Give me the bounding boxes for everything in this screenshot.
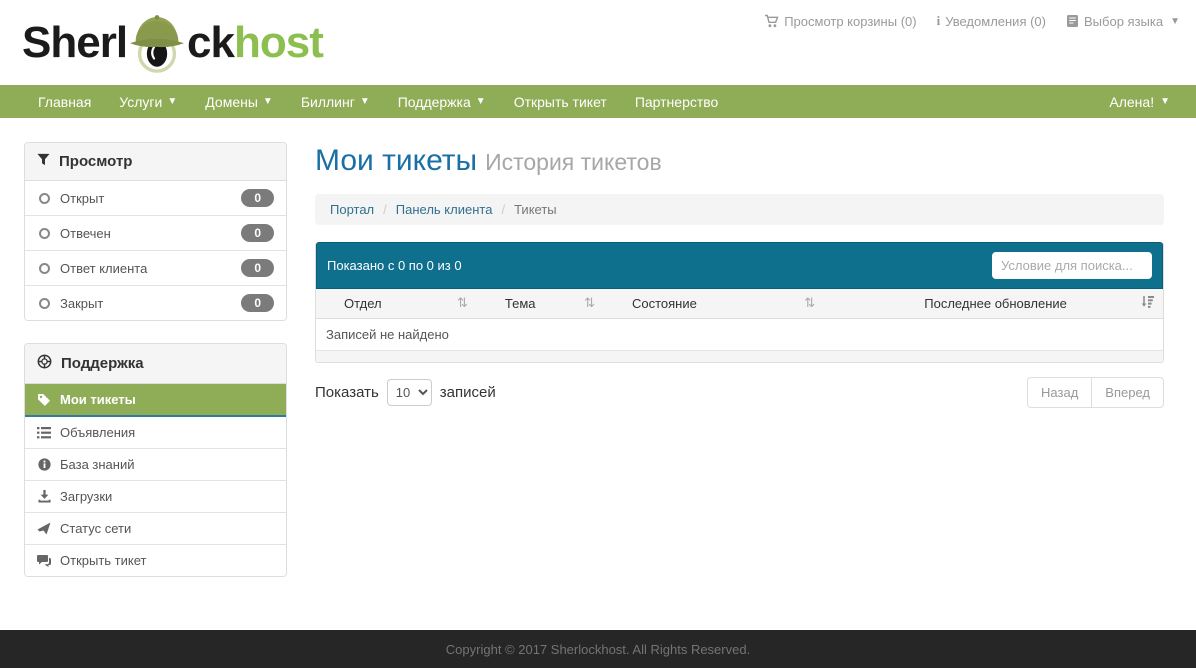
search-input[interactable]: [992, 252, 1152, 279]
nav-item-services[interactable]: Услуги ▼: [105, 85, 191, 118]
column-header-department[interactable]: Отдел ⇅: [316, 289, 477, 318]
info-icon: i: [936, 13, 941, 28]
logo-text-host: host: [234, 18, 324, 67]
info-circle-icon: [37, 458, 51, 471]
count-badge: 0: [241, 259, 274, 277]
pager-buttons: Назад Вперед: [1027, 377, 1164, 408]
language-icon: [1066, 14, 1079, 28]
breadcrumb-current: Тикеты: [514, 202, 557, 217]
tickets-table-panel: Показано с 0 по 0 из 0 Отдел ⇅ Тема ⇅ Со…: [315, 242, 1164, 363]
count-badge: 0: [241, 224, 274, 242]
plane-icon: [37, 522, 51, 535]
sidebar: Просмотр Открыт 0 Отвечен 0 Ответ клиент…: [24, 142, 287, 577]
breadcrumb-portal[interactable]: Портал: [330, 202, 374, 217]
sidebar-item-closed[interactable]: Закрыт 0: [25, 286, 286, 320]
list-icon: [37, 426, 51, 439]
table-header-row: Отдел ⇅ Тема ⇅ Состояние ⇅ Последнее обн…: [316, 289, 1163, 319]
sidebar-item-open[interactable]: Открыт 0: [25, 181, 286, 216]
detective-magnifier-icon: [129, 15, 185, 73]
sidebar-item-customer-reply[interactable]: Ответ клиента 0: [25, 251, 286, 286]
notifications-link[interactable]: i Уведомления (0): [937, 13, 1046, 29]
navbar-items: Главная Услуги ▼ Домены ▼ Биллинг ▼ Поддерж…: [24, 85, 732, 118]
notifications-label: Уведомления (0): [945, 13, 1046, 29]
chevron-down-icon: ▼: [1170, 15, 1180, 27]
filter-icon: [37, 153, 50, 170]
page-title-text: Мои тикеты: [315, 144, 478, 177]
sidebar-item-network-status[interactable]: Статус сети: [25, 513, 286, 545]
records-label: записей: [439, 384, 496, 401]
language-label: Выбор языка: [1084, 13, 1164, 29]
main-column: Мои тикеты История тикетов Портал / Панел…: [315, 142, 1164, 408]
nav-item-billing[interactable]: Биллинг ▼: [287, 85, 384, 118]
copyright-text: Copyright © 2017 Sherlockhost. All Right…: [445, 641, 751, 657]
circle-icon: [37, 192, 51, 204]
column-header-status[interactable]: Состояние ⇅: [604, 289, 824, 318]
main-navbar: Главная Услуги ▼ Домены ▼ Биллинг ▼ Поддерж…: [0, 85, 1196, 118]
sort-icon[interactable]: ⇅: [804, 295, 815, 311]
header: Просмотр корзины (0) i Уведомления (0) В…: [0, 0, 1196, 85]
comments-icon: [37, 554, 51, 567]
page-size-select[interactable]: 10: [386, 379, 432, 406]
nav-item-support[interactable]: Поддержка ▼: [384, 85, 500, 118]
page-title: Мои тикеты История тикетов: [315, 144, 1164, 178]
view-panel-header: Просмотр: [25, 143, 286, 181]
sidebar-item-my-tickets[interactable]: Мои тикеты: [25, 384, 286, 417]
next-page-button[interactable]: Вперед: [1091, 377, 1164, 408]
table-toolbar: Показано с 0 по 0 из 0: [316, 242, 1163, 289]
show-label: Показать: [315, 384, 379, 401]
column-header-last-updated[interactable]: Последнее обновление: [824, 289, 1163, 318]
nav-item-affiliate[interactable]: Партнерство: [621, 85, 733, 118]
sidebar-item-answered[interactable]: Отвечен 0: [25, 216, 286, 251]
records-summary: Показано с 0 по 0 из 0: [327, 258, 462, 273]
count-badge: 0: [241, 189, 274, 207]
sidebar-item-open-ticket[interactable]: Открыть тикет: [25, 545, 286, 576]
empty-table-row: Записей не найдено: [316, 319, 1163, 351]
breadcrumb: Портал / Панель клиента / Тикеты: [315, 194, 1164, 225]
page-subtitle-text: История тикетов: [485, 149, 662, 175]
count-badge: 0: [241, 294, 274, 312]
chevron-down-icon: ▼: [262, 96, 273, 107]
view-cart-link[interactable]: Просмотр корзины (0): [764, 13, 917, 29]
nav-item-open-ticket[interactable]: Открыть тикет: [500, 85, 621, 118]
sort-icon[interactable]: ⇅: [584, 295, 595, 311]
sort-icon[interactable]: ⇅: [457, 295, 468, 311]
pagination-bar: Показать 10 записей Назад Вперед: [315, 377, 1164, 408]
sidebar-item-knowledgebase[interactable]: База знаний: [25, 449, 286, 481]
life-ring-icon: [37, 354, 52, 373]
footer: Copyright © 2017 Sherlockhost. All Right…: [0, 630, 1196, 668]
language-selector[interactable]: Выбор языка ▼: [1066, 13, 1180, 29]
support-panel: Поддержка Мои тикеты Объявления База зна…: [24, 343, 287, 577]
ticket-icon: [37, 393, 51, 407]
cart-icon: [764, 14, 779, 28]
topbar: Просмотр корзины (0) i Уведомления (0) В…: [764, 13, 1180, 29]
logo[interactable]: Sherl ck host: [22, 12, 324, 74]
nav-item-home[interactable]: Главная: [24, 85, 105, 118]
support-panel-header: Поддержка: [25, 344, 286, 384]
circle-icon: [37, 297, 51, 309]
nav-item-domains[interactable]: Домены ▼: [191, 85, 287, 118]
circle-icon: [37, 262, 51, 274]
logo-text-sherl: Sherl: [22, 18, 128, 67]
page-size-control: Показать 10 записей: [315, 379, 496, 406]
column-header-subject[interactable]: Тема ⇅: [477, 289, 604, 318]
previous-page-button[interactable]: Назад: [1027, 377, 1093, 408]
chevron-down-icon: ▼: [167, 96, 178, 107]
sidebar-item-downloads[interactable]: Загрузки: [25, 481, 286, 513]
download-icon: [37, 490, 51, 503]
sort-amount-desc-icon[interactable]: [1141, 295, 1154, 311]
chevron-down-icon: ▼: [1160, 96, 1170, 107]
chevron-down-icon: ▼: [359, 96, 370, 107]
view-cart-label: Просмотр корзины (0): [784, 13, 917, 29]
breadcrumb-client-area[interactable]: Панель клиента: [396, 202, 493, 217]
content-area: Просмотр Открыт 0 Отвечен 0 Ответ клиент…: [0, 118, 1196, 630]
chevron-down-icon: ▼: [475, 96, 486, 107]
logo-text-ck: ck: [187, 18, 235, 67]
sidebar-item-announcements[interactable]: Объявления: [25, 417, 286, 449]
username-label: Алена!: [1109, 93, 1155, 110]
view-panel: Просмотр Открыт 0 Отвечен 0 Ответ клиент…: [24, 142, 287, 321]
nav-user-menu[interactable]: Алена! ▼: [1095, 85, 1184, 118]
table-footer-strip: [316, 351, 1163, 362]
circle-icon: [37, 227, 51, 239]
